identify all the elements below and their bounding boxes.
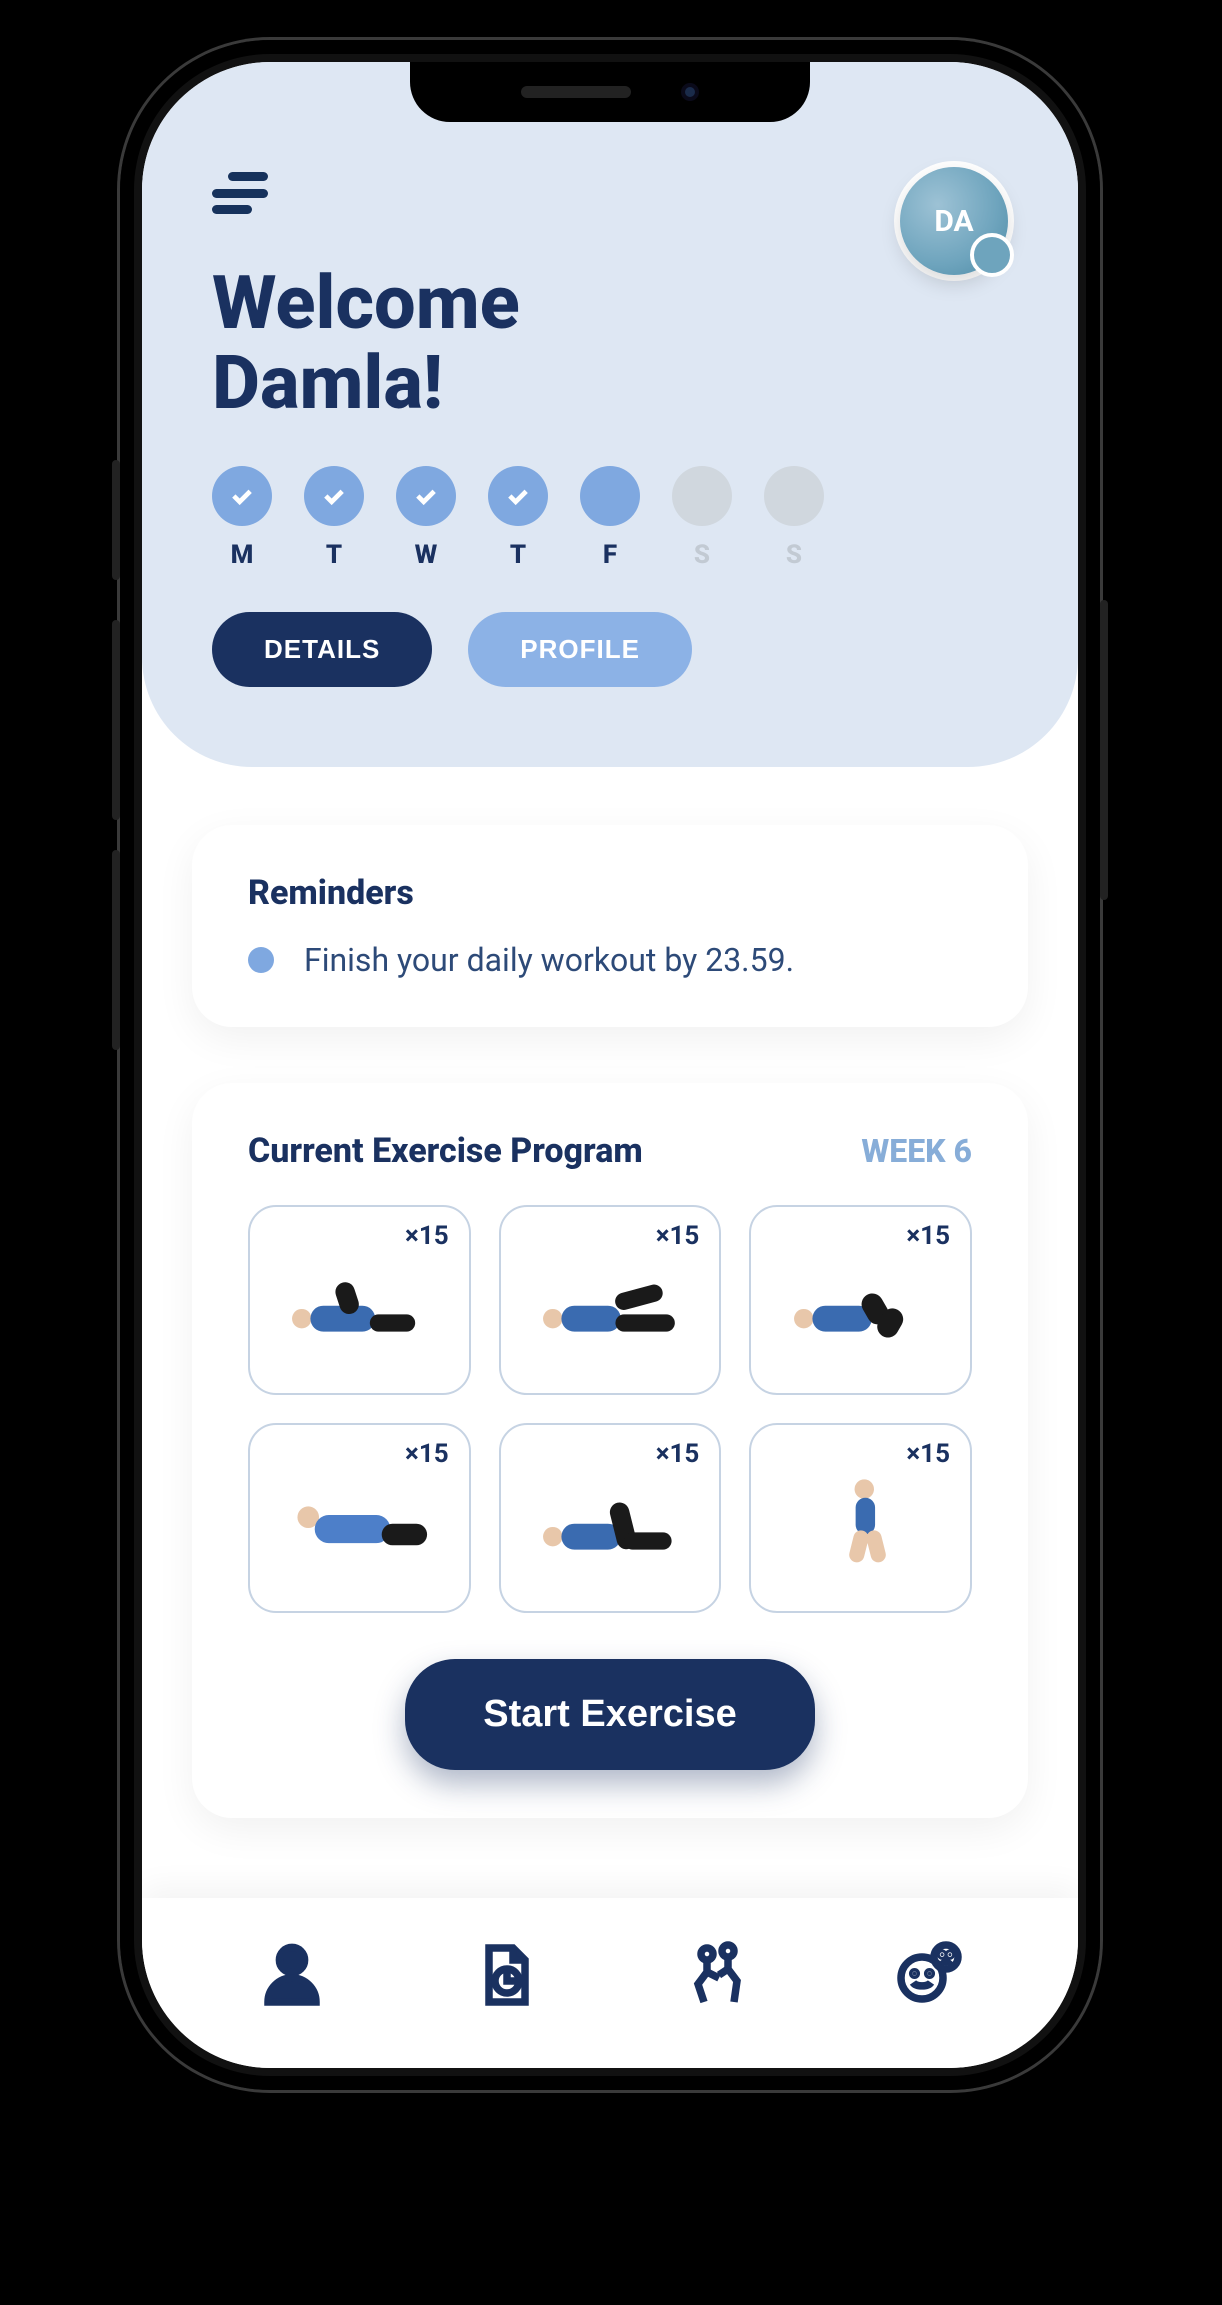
exercise-card[interactable]: ×15 [749,1205,972,1395]
reps-label: ×15 [656,1221,700,1251]
day-4[interactable]: F [580,466,640,570]
reminder-text: Finish your daily workout by 23.59. [304,941,794,979]
chat-smiley-icon [892,1939,964,2011]
day-label: F [603,540,617,570]
day-label: M [231,540,254,570]
exercise-pose-icon [278,1463,440,1574]
report-icon [468,1939,540,2011]
profile-button[interactable]: PROFILE [468,612,692,687]
exercise-card[interactable]: ×15 [499,1423,722,1613]
day-0[interactable]: M [212,466,272,570]
exercise-pose-icon [529,1463,691,1574]
exercise-card[interactable]: ×15 [499,1205,722,1395]
reminders-card: Reminders Finish your daily workout by 2… [192,825,1028,1027]
day-dot [764,466,824,526]
day-2[interactable]: W [396,466,456,570]
exercise-card[interactable]: ×15 [248,1423,471,1613]
exercise-pose-icon [780,1245,942,1356]
reminders-title: Reminders [248,873,972,913]
check-icon [212,466,272,526]
exercise-pose-icon [529,1245,691,1356]
exercise-pose-icon [278,1245,440,1356]
tab-reports[interactable] [462,1933,546,2017]
day-3[interactable]: T [488,466,548,570]
day-dot [672,466,732,526]
day-label: T [326,540,342,570]
welcome-heading: Welcome Damla! [212,264,1008,424]
check-icon [304,466,364,526]
day-6[interactable]: S [764,466,824,570]
tab-home[interactable] [250,1933,334,2017]
day-label: S [694,540,710,570]
tab-therapy[interactable] [674,1933,758,2017]
bullet-icon [248,947,274,973]
program-title: Current Exercise Program [248,1131,643,1171]
tab-bar [142,1898,1078,2068]
day-label: S [786,540,802,570]
program-card: Current Exercise Program WEEK 6 ×15 ×15 ×1… [192,1083,1028,1818]
day-dot [580,466,640,526]
exercise-pose-icon [780,1463,942,1574]
reps-label: ×15 [405,1221,449,1251]
check-icon [396,466,456,526]
start-exercise-button[interactable]: Start Exercise [405,1659,815,1770]
reps-label: ×15 [906,1221,950,1251]
therapy-icon [680,1939,752,2011]
reps-label: ×15 [906,1439,950,1469]
avatar-initials: DA [934,204,973,239]
hero-panel: DA Welcome Damla! M T W T F S S DETAILS PROFIL… [142,62,1078,767]
menu-icon[interactable] [212,172,268,214]
welcome-line-2: Damla! [212,344,1008,424]
day-1[interactable]: T [304,466,364,570]
day-label: T [510,540,526,570]
check-icon [488,466,548,526]
day-5[interactable]: S [672,466,732,570]
welcome-line-1: Welcome [212,264,1008,344]
week-badge: WEEK 6 [861,1132,972,1170]
exercise-card[interactable]: ×15 [248,1205,471,1395]
tab-chat[interactable] [886,1933,970,2017]
reps-label: ×15 [656,1439,700,1469]
reminder-item: Finish your daily workout by 23.59. [248,941,972,979]
person-icon [256,1939,328,2011]
details-button[interactable]: DETAILS [212,612,432,687]
avatar[interactable]: DA [900,167,1008,275]
day-label: W [415,540,438,570]
exercise-card[interactable]: ×15 [749,1423,972,1613]
reps-label: ×15 [405,1439,449,1469]
week-progress: MTWTFSS [212,466,1008,570]
